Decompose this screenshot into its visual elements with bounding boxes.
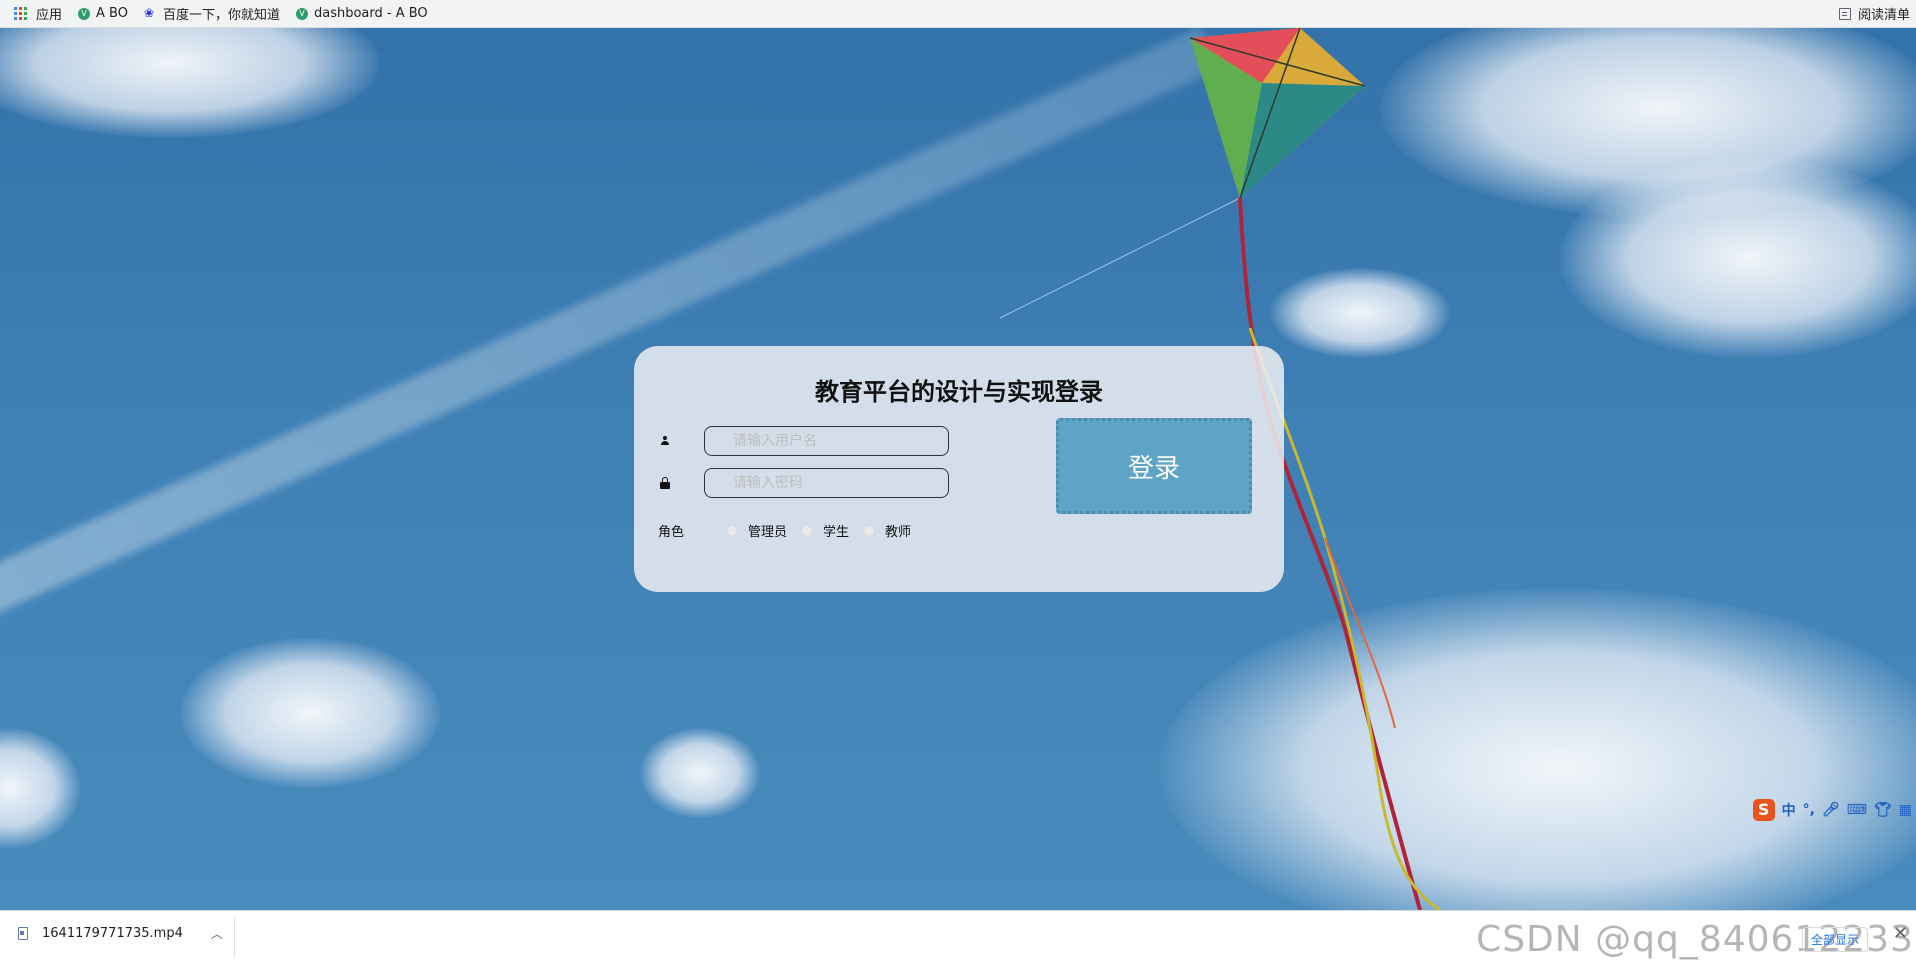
chevron-up-icon[interactable]: ︿	[211, 925, 223, 942]
bookmarks-bar: 应用 V A BO ❀ 百度一下，你就知道 V dashboard - A BO…	[0, 0, 1916, 28]
role-radio-admin[interactable]: 管理员	[726, 521, 795, 540]
show-all-button[interactable]: 全部显示	[1801, 927, 1868, 952]
microphone-icon[interactable]: 🎤︎	[1822, 802, 1840, 818]
role-radio-teacher[interactable]: 教师	[863, 521, 919, 540]
bookmark-label: 百度一下，你就知道	[162, 8, 280, 23]
reading-list-button[interactable]: 阅读清单	[1838, 0, 1910, 27]
bookmark-label: 应用	[36, 8, 63, 23]
radio-label: 教师	[885, 525, 912, 540]
password-row	[658, 468, 949, 498]
sogou-logo-icon[interactable]: S	[1752, 799, 1775, 821]
lock-icon	[658, 476, 672, 490]
radio-circle[interactable]	[726, 524, 738, 537]
download-shelf: 1641179771735.mp4 ︿ CSDN @qq_840612233 全…	[0, 910, 1916, 965]
bookmark-apps[interactable]: 应用	[0, 0, 70, 27]
bookmark-abo[interactable]: V A BO	[70, 0, 136, 27]
reading-list-label: 阅读清单	[1857, 8, 1910, 23]
radio-circle[interactable]	[801, 524, 814, 537]
close-icon[interactable]: ✕	[1893, 923, 1908, 944]
bookmark-dashboard[interactable]: V dashboard - A BO	[288, 0, 436, 27]
video-file-icon	[18, 927, 28, 940]
download-item[interactable]: 1641179771735.mp4 ︿	[18, 925, 223, 942]
role-row: 角色 管理员 学生 教师	[658, 521, 925, 540]
bookmark-baidu[interactable]: ❀ 百度一下，你就知道	[136, 0, 288, 27]
login-button[interactable]: 登录	[1056, 418, 1252, 514]
username-input[interactable]	[704, 426, 949, 456]
keyboard-icon[interactable]: ⌨	[1847, 802, 1867, 818]
baidu-paw-icon: ❀	[143, 6, 155, 20]
radio-label: 学生	[823, 525, 850, 540]
ime-mode-toggle[interactable]: 中	[1782, 800, 1796, 820]
ime-toolbar: S 中 °, 🎤︎ ⌨ 👕︎ ▦	[1749, 797, 1916, 823]
bookmark-label: A BO	[96, 6, 128, 21]
toolbox-grid-icon[interactable]: ▦	[1899, 802, 1912, 818]
bookmark-label: dashboard - A BO	[313, 6, 428, 21]
divider	[234, 917, 235, 957]
password-input[interactable]	[704, 468, 949, 498]
radio-circle[interactable]	[863, 524, 876, 537]
role-label: 角色	[658, 525, 685, 540]
vue-icon: V	[78, 7, 91, 20]
user-icon	[658, 434, 672, 448]
username-row	[658, 426, 949, 456]
apps-grid-icon	[14, 6, 28, 21]
login-card: 教育平台的设计与实现登录 角色 管理员 学生 教师 登录	[634, 346, 1284, 592]
punctuation-icon[interactable]: °,	[1803, 802, 1815, 818]
radio-label: 管理员	[748, 525, 788, 540]
page-title: 教育平台的设计与实现登录	[815, 378, 1103, 406]
reading-list-icon	[1838, 7, 1851, 20]
vue-icon: V	[295, 7, 308, 20]
download-file-name: 1641179771735.mp4	[42, 926, 183, 941]
skin-shirt-icon[interactable]: 👕︎	[1874, 802, 1892, 818]
role-radio-student[interactable]: 学生	[801, 521, 857, 540]
